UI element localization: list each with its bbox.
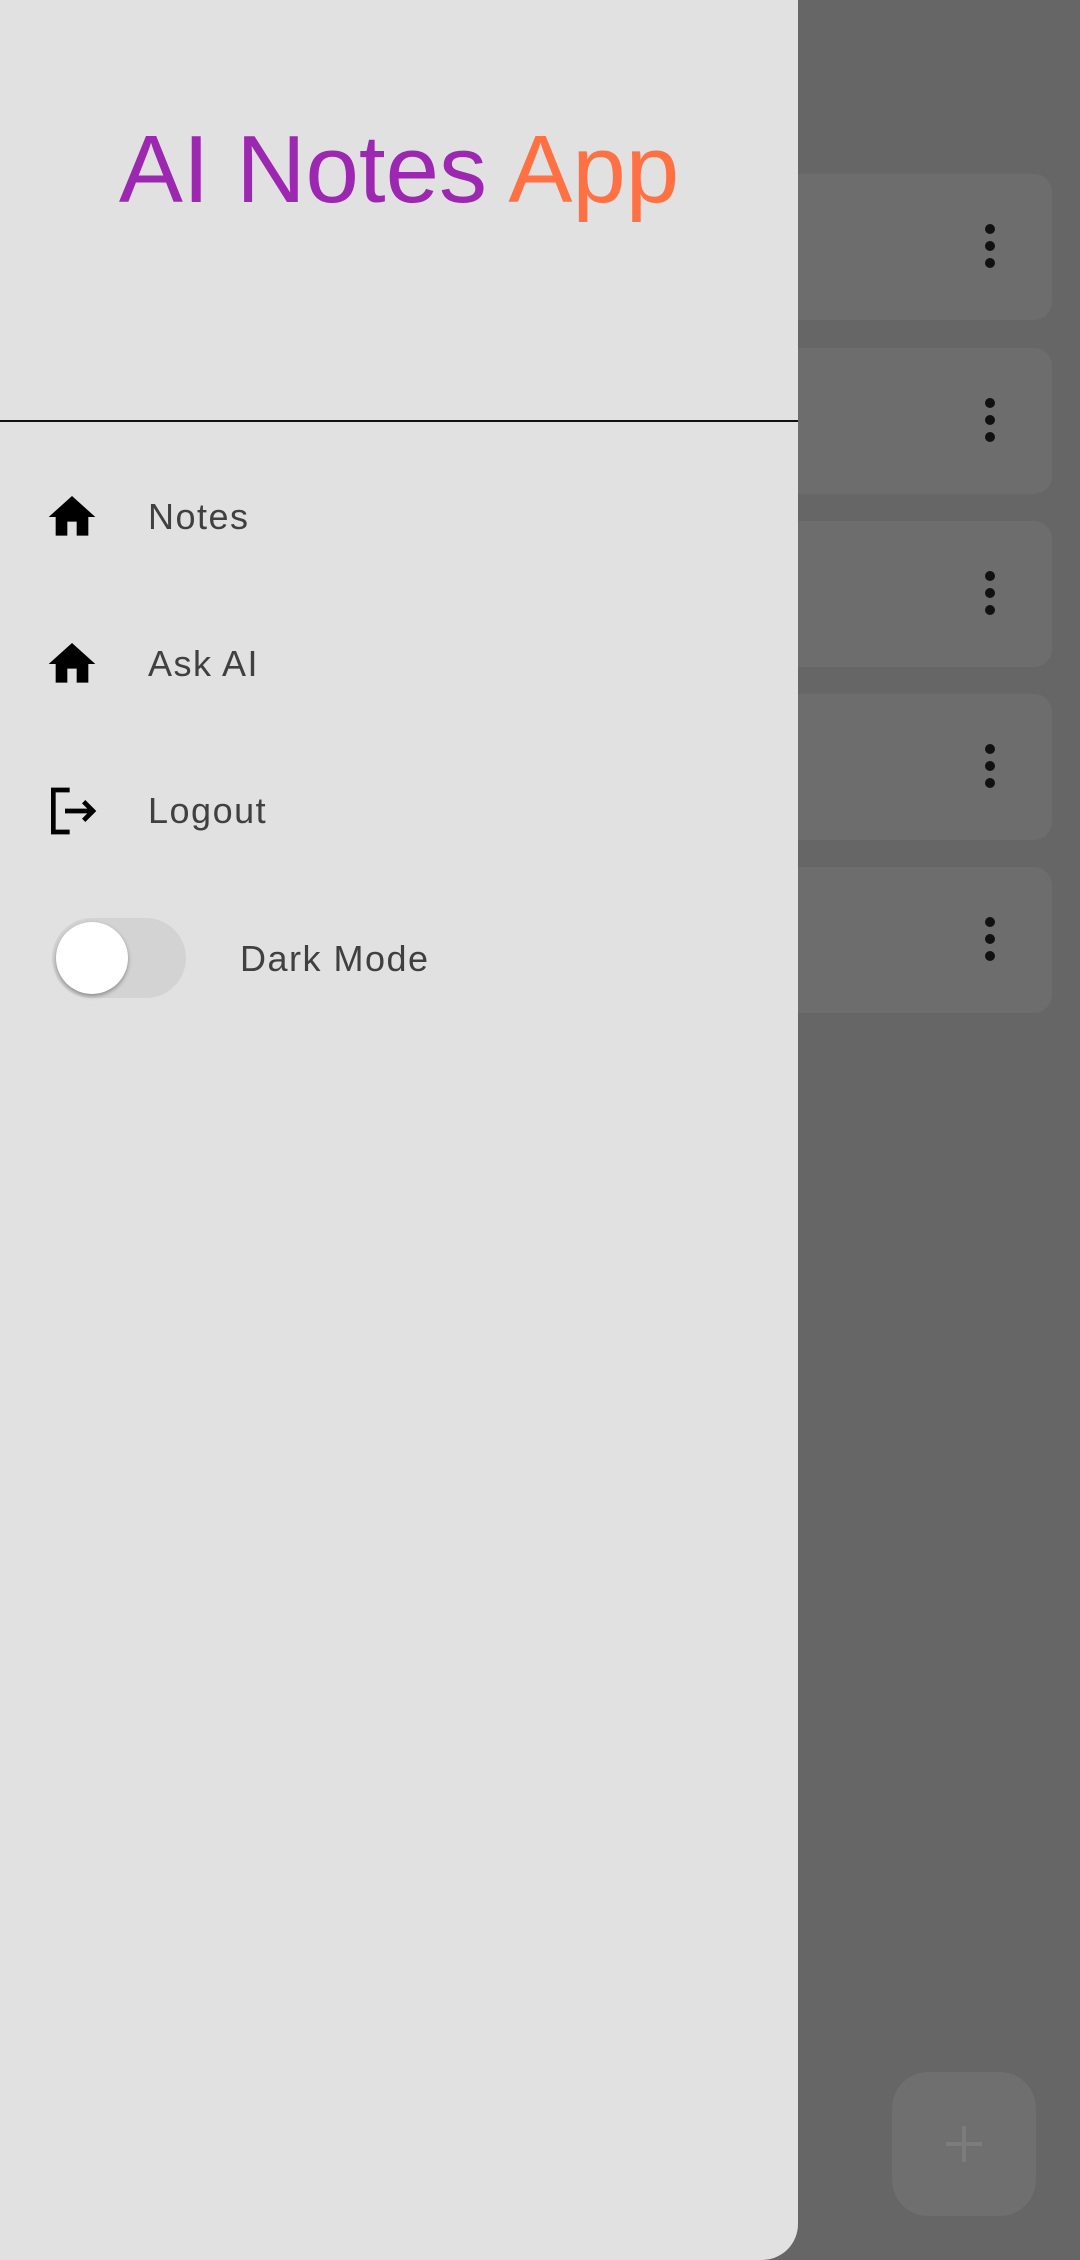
home-icon xyxy=(44,489,100,545)
drawer-item-ask-ai[interactable]: Ask AI xyxy=(0,604,798,724)
drawer-item-notes[interactable]: Notes xyxy=(0,457,798,577)
more-vert-icon[interactable] xyxy=(966,909,1014,969)
add-note-button[interactable] xyxy=(892,2072,1036,2216)
more-vert-icon[interactable] xyxy=(966,390,1014,450)
drawer-item-label: Notes xyxy=(148,496,250,537)
home-icon xyxy=(44,636,100,692)
app-title-primary: AI Notes xyxy=(118,116,487,223)
drawer-item-label: Ask AI xyxy=(148,643,260,684)
plus-icon xyxy=(946,2126,982,2162)
dark-mode-label: Dark Mode xyxy=(240,938,430,979)
app-screen: AI Notes App Notes Ask AI Logout Dark Mo… xyxy=(0,0,1080,2260)
drawer-item-logout[interactable]: Logout xyxy=(0,751,798,871)
more-vert-icon[interactable] xyxy=(966,563,1014,623)
toggle-thumb[interactable] xyxy=(56,922,128,994)
app-title: AI Notes App xyxy=(119,115,679,225)
drawer-item-label: Logout xyxy=(148,790,268,831)
more-vert-icon[interactable] xyxy=(966,216,1014,276)
app-title-accent: App xyxy=(508,116,680,223)
navigation-drawer: AI Notes App Notes Ask AI Logout Dark Mo… xyxy=(0,0,798,2260)
dark-mode-row: Dark Mode xyxy=(0,898,798,1018)
logout-icon xyxy=(44,783,100,839)
more-vert-icon[interactable] xyxy=(966,736,1014,796)
drawer-header: AI Notes App xyxy=(0,0,798,422)
